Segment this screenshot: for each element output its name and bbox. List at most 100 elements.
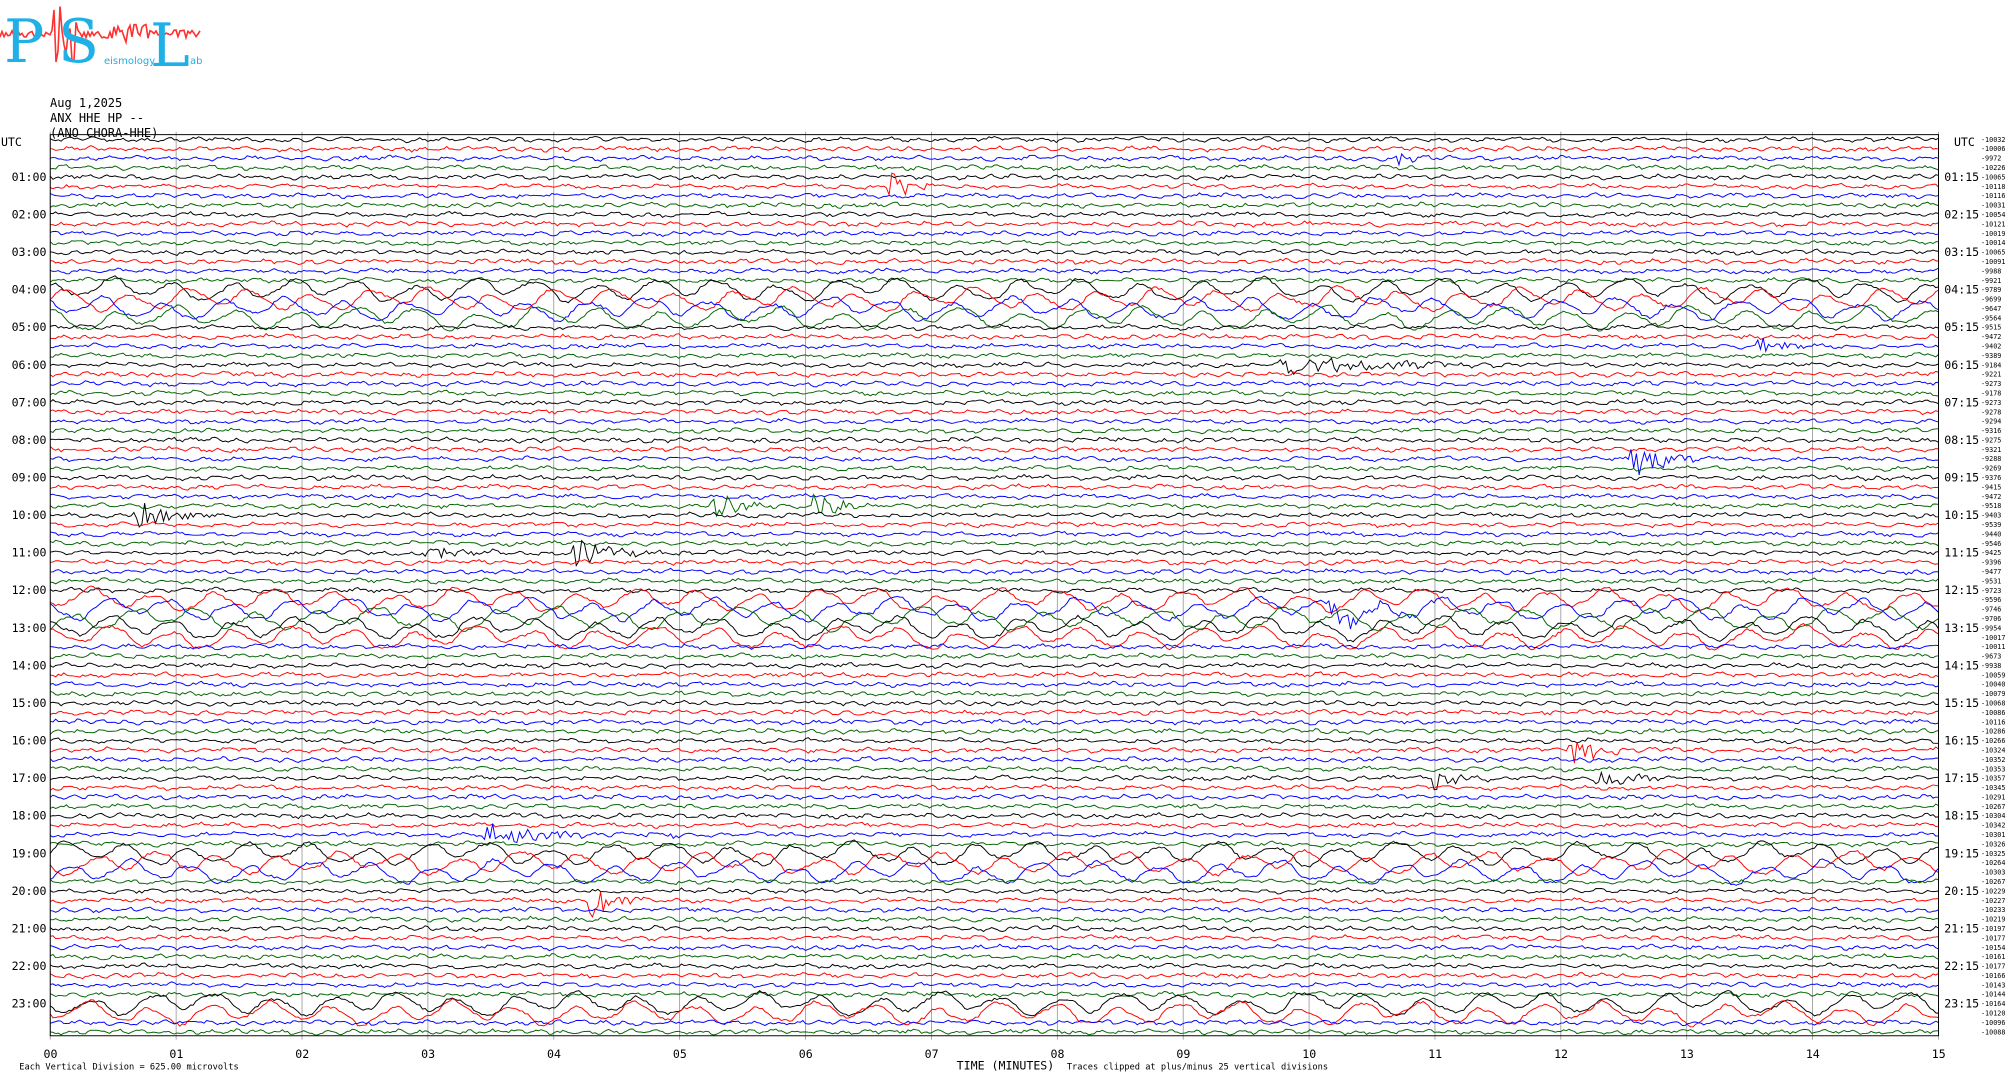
right-hour-label: 05:15 [1944,320,1979,334]
trace-row [50,337,1939,353]
trace-row [50,521,1939,529]
trace-row [49,783,1939,792]
trace-row [49,595,1939,630]
row-offset-label: -10011 [1981,643,2005,651]
x-tick-label: 13 [1680,1047,1694,1061]
right-hour-label: 22:15 [1944,959,1979,973]
row-offset-label: -10118 [1981,183,2005,191]
row-offset-label: -10040 [1981,681,2005,689]
row-offset-label: -9647 [1981,305,2001,313]
row-offset-label: -10143 [1981,981,2005,989]
row-offset-label: -9531 [1981,577,2001,585]
trace-row [50,275,1939,305]
row-offset-label: -10219 [1981,916,2005,924]
left-hour-label: 12:00 [12,583,47,597]
left-hour-label: 18:00 [12,809,47,823]
trace-row [50,257,1939,265]
left-hour-label: 13:00 [12,621,47,635]
left-hour-label: 01:00 [12,170,47,184]
trace-row [50,1028,1939,1036]
trace-row [50,981,1939,989]
row-offset-label: -10120 [1981,1010,2005,1018]
row-offset-label: -9564 [1981,314,2001,322]
trace-row [49,586,1939,594]
left-hour-label: 03:00 [12,245,47,259]
scale-note: Each Vertical Division = 625.00 microvol… [19,1062,238,1072]
row-offset-label: -9477 [1981,568,2001,576]
right-hour-label: 19:15 [1944,846,1979,860]
right-hour-label: 09:15 [1944,471,1979,485]
trace-row [50,211,1939,219]
row-offset-label: -10096 [1981,1019,2005,1027]
right-hour-label: 06:15 [1944,358,1979,372]
row-offset-label: -10233 [1981,906,2005,914]
trace-row [50,164,1939,172]
x-tick-label: 06 [799,1047,813,1061]
left-hour-label: 14:00 [12,658,47,672]
trace-row [50,427,1939,435]
left-hour-label: 05:00 [12,320,47,334]
right-hour-label: 23:15 [1944,997,1979,1011]
trace-row [50,152,1939,167]
row-offset-label: -10177 [1981,934,2005,942]
row-offset-label: -9746 [1981,606,2001,614]
row-offset-label: -9376 [1981,474,2001,482]
row-offset-label: -9954 [1981,624,2001,632]
trace-row [49,793,1939,801]
left-hour-label: 04:00 [12,283,47,297]
x-tick-label: 14 [1806,1047,1820,1061]
trace-row [50,389,1939,397]
trace-row [50,718,1939,726]
right-hour-label: 14:15 [1944,658,1979,672]
row-offset-label: -9403 [1981,512,2001,520]
trace-row [50,436,1939,444]
trace-row [49,370,1939,378]
right-hour-label: 18:15 [1944,809,1979,823]
row-offset-label: -10091 [1981,258,2005,266]
right-hour-label: 16:15 [1944,734,1979,748]
row-offset-label: -9938 [1981,662,2001,670]
row-offset-label: -9699 [1981,296,2001,304]
right-hour-label: 01:15 [1944,170,1979,184]
trace-row [50,742,1939,764]
left-hour-label: 16:00 [12,734,47,748]
row-offset-label: -10161 [1981,953,2005,961]
trace-row [50,708,1939,717]
left-utc-header: UTC [1,135,22,149]
trace-row [50,357,1939,376]
right-hour-label: 21:15 [1944,921,1979,935]
trace-row [50,417,1939,425]
row-offset-label: -9472 [1981,333,2001,341]
right-hour-label: 10:15 [1944,508,1979,522]
row-offset-label: -10353 [1981,765,2005,773]
right-hour-label: 13:15 [1944,621,1979,635]
row-offset-label: -9269 [1981,465,2001,473]
row-offset-label: -10345 [1981,784,2005,792]
row-offset-label: -9278 [1981,408,2001,416]
right-hour-label: 02:15 [1944,207,1979,221]
row-offset-label: -10352 [1981,756,2005,764]
left-hour-labels: 01:00 02:00 03:00 04:00 05:00 06:00 07:00 08:00… [12,170,47,1011]
row-offset-label: -9673 [1981,653,2001,661]
row-offset-label: -10264 [1981,859,2005,867]
row-offset-label: -10303 [1981,869,2005,877]
row-offset-label: -10326 [1981,840,2005,848]
x-tick-label: 05 [673,1047,687,1061]
left-hour-label: 11:00 [12,546,47,560]
left-hour-label: 07:00 [12,395,47,409]
left-hour-label: 20:00 [12,884,47,898]
trace-row [50,671,1939,679]
trace-row [50,229,1939,237]
row-offset-label: -10017 [1981,634,2005,642]
right-hour-label: 15:15 [1944,696,1979,710]
trace-row [50,201,1939,209]
trace-row [49,891,1939,918]
trace-row [50,464,1939,473]
trace-row [50,812,1939,820]
trace-row [49,661,1939,670]
row-offset-label: -10144 [1981,991,2005,999]
trace-row [50,680,1939,688]
row-offset-label: -9415 [1981,483,2001,491]
row-offset-label: -10324 [1981,747,2005,755]
trace-row [49,727,1939,735]
